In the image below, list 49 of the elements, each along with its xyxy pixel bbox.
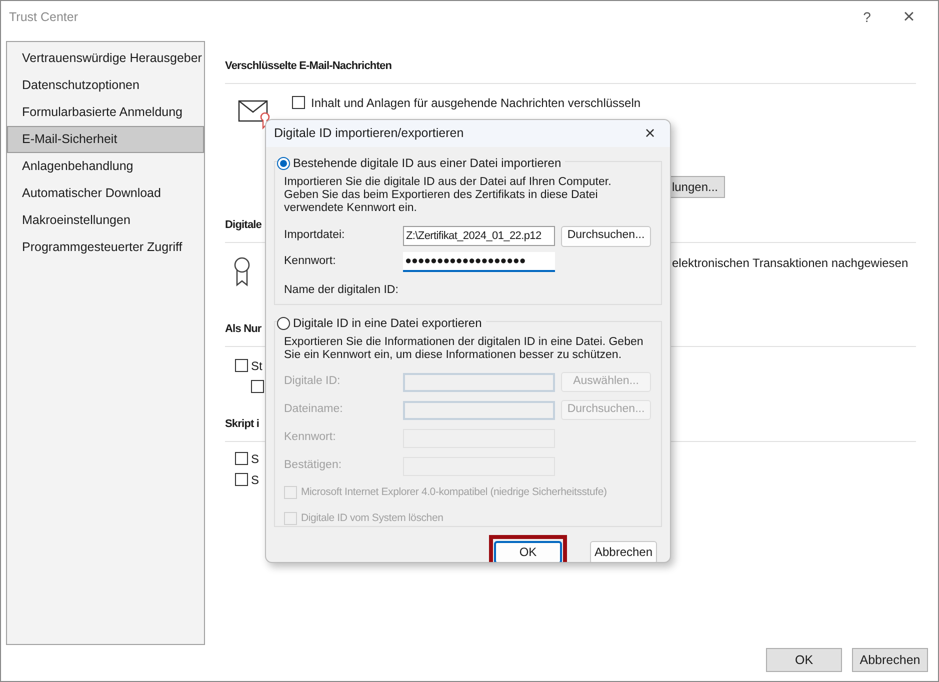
section-heading: Digitale <box>225 219 262 231</box>
checkbox[interactable] <box>235 452 248 465</box>
close-button[interactable]: × <box>894 2 924 32</box>
dialog-button[interactable]: Abbrechen <box>590 540 657 562</box>
radio-label: Digitale ID in eine Datei exportieren <box>293 315 482 332</box>
checkbox-label: St <box>251 358 262 374</box>
description-text: Exportieren Sie die Informationen der digitalen ID in eine Datei. Geben Sie ein Kennwort ein, um diese Informationen besser zu schützen. <box>284 336 644 362</box>
sidebar-item[interactable]: Makroeinstellungen <box>7 207 204 234</box>
sidebar-item[interactable]: Anlagenbehandlung <box>7 153 204 180</box>
field-label: Importdatei: <box>284 228 346 244</box>
dialog-title: Digitale ID importieren/exportieren <box>274 125 464 142</box>
section-heading: Als Nur <box>225 323 262 335</box>
input-field[interactable]: ●●●●●●●●●●●●●●●●●●● <box>403 252 555 272</box>
description-text: elektronischen Transaktionen nachgewiesen <box>672 255 908 272</box>
sidebar-item[interactable]: E-Mail-Sicherheit <box>7 126 204 153</box>
field-label: Kennwort: <box>284 430 337 446</box>
field-label: Dateiname: <box>284 402 344 418</box>
checkbox[interactable] <box>292 96 305 109</box>
dialog-button[interactable]: OK <box>766 648 842 672</box>
checkbox-label: S <box>251 450 260 468</box>
checkbox-label: Inhalt und Anlagen für ausgehende Nachrichten verschlüsseln <box>311 94 641 112</box>
sidebar-item[interactable]: Programmgesteuerter Zugriff <box>7 234 204 261</box>
browse-button[interactable]: Durchsuchen... <box>561 226 651 246</box>
field-label: Kennwort: <box>284 254 337 270</box>
description-text: Importieren Sie die digitale ID aus der Datei auf Ihren Computer. Geben Sie das beim Exportieren des Zertifikats in diese Datei verwendete Kennwort ein. <box>284 176 612 215</box>
radio-label: Bestehende digitale ID aus einer Datei importieren <box>293 155 562 172</box>
help-button[interactable]: ? <box>852 6 882 28</box>
field-label: Bestätigen: <box>284 458 343 474</box>
sidebar-item[interactable]: Datenschutzoptionen <box>7 72 204 99</box>
field-label: Digitale ID: <box>284 374 342 390</box>
ribbon-certificate-icon <box>233 257 251 287</box>
dialog-button[interactable]: Abbrechen <box>852 648 928 672</box>
input-field[interactable]: Z:\Zertifikat_2024_01_22.p12 <box>403 226 555 246</box>
dialog-button[interactable]: OK <box>494 540 562 562</box>
checkbox[interactable] <box>235 359 248 372</box>
radio-button[interactable] <box>277 156 290 170</box>
checkbox[interactable] <box>235 473 248 486</box>
field-label: Name der digitalen ID: <box>284 283 400 298</box>
checkbox[interactable] <box>251 380 264 393</box>
checkbox-label: Digitale ID vom System löschen <box>301 510 444 526</box>
close-button[interactable]: × <box>638 120 662 147</box>
window-title: Trust Center <box>9 8 78 26</box>
checkbox-label: S <box>251 472 260 488</box>
section-heading: Verschlüsselte E-Mail-Nachrichten <box>225 60 392 72</box>
checkbox-label: Microsoft Internet Explorer 4.0-kompatibel (niedrige Sicherheitsstufe) <box>301 484 607 500</box>
sidebar-item[interactable]: Formularbasierte Anmeldung <box>7 99 204 126</box>
sidebar-item[interactable]: Vertrauenswürdige Herausgeber <box>7 45 204 72</box>
sidebar-item[interactable]: Automatischer Download <box>7 180 204 207</box>
section-heading: Skript i <box>225 418 260 430</box>
